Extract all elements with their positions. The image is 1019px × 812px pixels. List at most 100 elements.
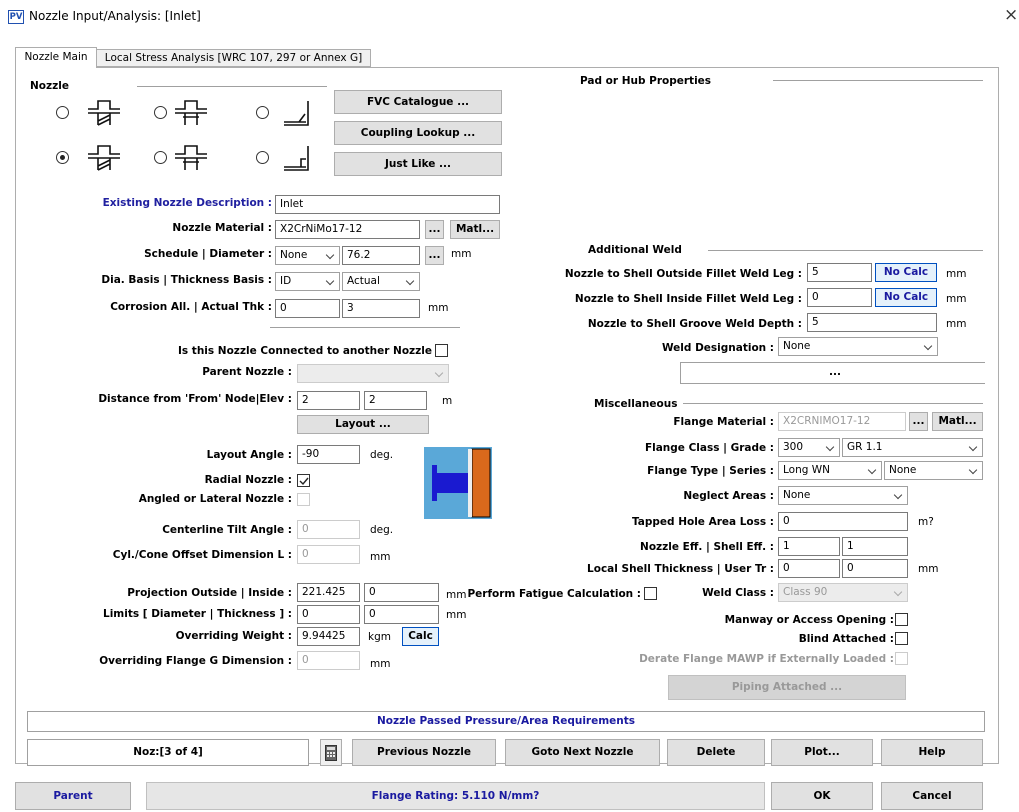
tilt-input[interactable]: 0 bbox=[297, 520, 360, 539]
description-input[interactable]: Inlet bbox=[275, 195, 500, 214]
plot-button[interactable]: Plot... bbox=[771, 739, 873, 766]
flange-grade-select[interactable]: GR 1.1 bbox=[842, 438, 983, 457]
help-button[interactable]: Help bbox=[881, 739, 983, 766]
manway-checkbox[interactable] bbox=[895, 613, 908, 626]
flange-g-input[interactable]: 0 bbox=[297, 651, 360, 670]
flange-matl-button[interactable]: Matl... bbox=[932, 412, 983, 431]
matl-button[interactable]: Matl... bbox=[450, 220, 500, 239]
weld-class-select[interactable]: Class 90 bbox=[778, 583, 908, 602]
nozzle-type-radio-6[interactable] bbox=[256, 151, 269, 164]
calculator-button[interactable] bbox=[320, 739, 342, 766]
material-lookup-button[interactable]: ... bbox=[425, 220, 444, 239]
radial-checkbox[interactable] bbox=[297, 474, 310, 487]
projection-inside-input[interactable]: 0 bbox=[364, 583, 439, 602]
close-icon[interactable]: × bbox=[1004, 5, 1018, 25]
weld-designation-dots: ... bbox=[829, 366, 841, 378]
weight-input[interactable]: 9.94425 bbox=[297, 627, 360, 646]
cancel-button[interactable]: Cancel bbox=[881, 782, 983, 810]
layout-angle-input[interactable]: -90 bbox=[297, 445, 360, 464]
limits-label: Limits [ Diameter | Thickness ] : bbox=[103, 608, 292, 620]
weight-unit: kgm bbox=[368, 631, 391, 643]
fatigue-checkbox[interactable] bbox=[644, 587, 657, 600]
parent-nozzle-select[interactable] bbox=[297, 364, 449, 383]
misc-title: Miscellaneous bbox=[594, 398, 682, 410]
nozzle-type-radio-2[interactable] bbox=[154, 106, 167, 119]
nozzle-type-radio-4[interactable] bbox=[56, 151, 69, 164]
inside-fillet-input[interactable]: 0 bbox=[807, 288, 872, 307]
ok-button[interactable]: OK bbox=[771, 782, 873, 810]
material-input[interactable]: X2CrNiMo17-12 bbox=[275, 220, 420, 239]
tapped-hole-input[interactable]: 0 bbox=[778, 512, 908, 531]
elevation-input[interactable]: 2 bbox=[364, 391, 427, 410]
flange-class-select[interactable]: 300 bbox=[778, 438, 840, 457]
layout-button[interactable]: Layout ... bbox=[297, 415, 429, 434]
nozzle-type-radio-1[interactable] bbox=[56, 106, 69, 119]
limits-diameter-input[interactable]: 0 bbox=[297, 605, 360, 624]
distance-input[interactable]: 2 bbox=[297, 391, 360, 410]
angled-checkbox[interactable] bbox=[297, 493, 310, 506]
nozzle-pad-icon bbox=[284, 101, 309, 126]
groove-depth-input[interactable]: 5 bbox=[807, 313, 937, 332]
flange-type-select[interactable]: Long WN bbox=[778, 461, 882, 480]
derate-checkbox[interactable] bbox=[895, 652, 908, 665]
coupling-lookup-button[interactable]: Coupling Lookup ... bbox=[334, 121, 502, 145]
material-label: Nozzle Material : bbox=[172, 222, 272, 234]
blind-attached-checkbox[interactable] bbox=[895, 632, 908, 645]
nozzle-type-radio-5[interactable] bbox=[154, 151, 167, 164]
radial-label: Radial Nozzle : bbox=[204, 474, 292, 486]
neglect-areas-label: Neglect Areas : bbox=[683, 490, 774, 502]
limits-thickness-input[interactable]: 0 bbox=[364, 605, 439, 624]
projection-outside-input[interactable]: 221.425 bbox=[297, 583, 360, 602]
previous-nozzle-button[interactable]: Previous Nozzle bbox=[352, 739, 496, 766]
limits-unit: mm bbox=[446, 609, 467, 621]
corrosion-input[interactable]: 0 bbox=[275, 299, 340, 318]
inside-fillet-unit: mm bbox=[946, 293, 967, 305]
flange-material-input[interactable]: X2CRNIMO17-12 bbox=[778, 412, 906, 431]
local-thickness-label: Local Shell Thickness | User Tr : bbox=[587, 563, 774, 575]
layout-angle-label: Layout Angle : bbox=[206, 449, 292, 461]
outside-fillet-input[interactable]: 5 bbox=[807, 263, 872, 282]
nozzle-set-in-icon bbox=[88, 100, 120, 126]
outside-no-calc-button[interactable]: No Calc bbox=[875, 263, 937, 282]
actual-thk-input[interactable]: 3 bbox=[342, 299, 420, 318]
calc-weight-button[interactable]: Calc bbox=[402, 627, 439, 646]
thickness-basis-select[interactable]: Actual bbox=[342, 272, 420, 291]
local-thickness-input[interactable]: 0 bbox=[778, 559, 840, 578]
fvc-catalogue-button[interactable]: FVC Catalogue ... bbox=[334, 90, 502, 114]
weld-designation-select[interactable]: None bbox=[778, 337, 938, 356]
tab-label: Nozzle Main bbox=[24, 51, 88, 63]
flange-material-lookup-button[interactable]: ... bbox=[909, 412, 928, 431]
nozzle-type-radio-3[interactable] bbox=[256, 106, 269, 119]
tab-local-stress[interactable]: Local Stress Analysis [WRC 107, 297 or A… bbox=[96, 49, 371, 67]
flange-rating-text: Flange Rating: 5.110 N/mm? bbox=[371, 790, 540, 802]
delete-button[interactable]: Delete bbox=[667, 739, 765, 766]
schedule-select[interactable]: None bbox=[275, 246, 340, 265]
diameter-lookup-button[interactable]: ... bbox=[425, 246, 444, 265]
flange-series-select[interactable]: None bbox=[884, 461, 983, 480]
user-tr-input[interactable]: 0 bbox=[842, 559, 908, 578]
next-nozzle-button[interactable]: Goto Next Nozzle bbox=[505, 739, 660, 766]
nozzle-section-title: Nozzle bbox=[30, 80, 73, 92]
connected-checkbox[interactable] bbox=[435, 344, 448, 357]
schedule-label: Schedule | Diameter : bbox=[144, 248, 272, 260]
nozzle-set-on-icon-2 bbox=[175, 145, 207, 170]
offset-input[interactable]: 0 bbox=[297, 545, 360, 564]
diameter-input[interactable]: 76.2 bbox=[342, 246, 420, 265]
weight-label: Overriding Weight : bbox=[175, 630, 292, 642]
weld-class-label: Weld Class : bbox=[702, 587, 774, 599]
offset-label: Cyl./Cone Offset Dimension L : bbox=[112, 549, 292, 561]
dia-basis-select[interactable]: ID bbox=[275, 272, 340, 291]
flange-g-unit: mm bbox=[370, 658, 391, 670]
just-like-button[interactable]: Just Like ... bbox=[334, 152, 502, 176]
weld-designation-field[interactable]: ... bbox=[680, 362, 985, 384]
shell-eff-input[interactable]: 1 bbox=[842, 537, 908, 556]
inside-no-calc-button[interactable]: No Calc bbox=[875, 288, 937, 307]
fatigue-label: Perform Fatigue Calculation : bbox=[467, 588, 641, 600]
blind-attached-label: Blind Attached : bbox=[798, 633, 894, 645]
neglect-areas-select[interactable]: None bbox=[778, 486, 908, 505]
piping-attached-button[interactable]: Piping Attached ... bbox=[668, 675, 906, 700]
tab-nozzle-main[interactable]: Nozzle Main bbox=[15, 47, 97, 68]
parent-button[interactable]: Parent bbox=[15, 782, 131, 810]
nozzle-eff-input[interactable]: 1 bbox=[778, 537, 840, 556]
efficiency-label: Nozzle Eff. | Shell Eff. : bbox=[640, 541, 774, 553]
